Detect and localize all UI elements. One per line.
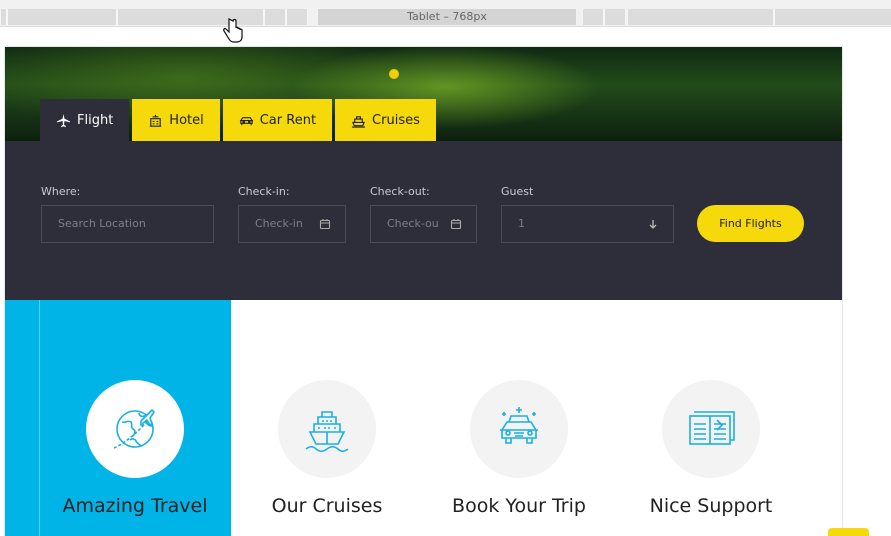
feature-title: Amazing Travel — [62, 495, 208, 517]
feature-nice-support: Nice Support — [621, 300, 801, 536]
feature-amazing-travel: Amazing Travel — [45, 300, 225, 536]
hand-cursor-icon — [223, 18, 243, 43]
breakpoint-segment[interactable] — [774, 9, 891, 25]
guest-label: Guest — [501, 185, 534, 198]
feature-title: Nice Support — [649, 495, 773, 517]
tab-label: Hotel — [169, 112, 204, 128]
find-flights-button[interactable]: Find Flights — [697, 205, 804, 242]
tab-flight[interactable]: Flight — [40, 99, 130, 141]
tab-hotel[interactable]: Hotel — [132, 99, 220, 141]
guest-value: 1 — [518, 217, 525, 230]
tab-label: Cruises — [372, 112, 420, 128]
car-icon — [239, 116, 253, 125]
check-in-placeholder: Check-in — [255, 217, 303, 230]
breakpoint-segment[interactable] — [264, 9, 286, 25]
tab-car-rent[interactable]: Car Rent — [222, 99, 333, 141]
scroll-to-top-button[interactable] — [828, 528, 869, 536]
brochure-icon — [689, 411, 735, 445]
breakpoint-segment[interactable] — [286, 9, 308, 25]
breakpoint-segment[interactable] — [627, 9, 774, 25]
calendar-icon — [450, 219, 462, 230]
taxi-car-icon — [500, 407, 538, 444]
booking-tabs: Flight Hotel Car Rent Cruises — [40, 99, 439, 141]
check-in-label: Check-in: — [238, 185, 290, 198]
feature-icon-circle — [662, 380, 760, 478]
arrow-down-icon — [649, 220, 657, 229]
breakpoint-label[interactable]: Tablet – 768px — [318, 9, 576, 25]
where-input[interactable]: Search Location — [41, 205, 214, 243]
check-out-label: Check-out: — [370, 185, 430, 198]
check-out-placeholder: Check-ou — [387, 217, 439, 230]
guest-select[interactable]: 1 — [501, 205, 674, 243]
feature-icon-circle — [86, 380, 184, 478]
tab-label: Flight — [77, 112, 114, 128]
feature-icon-circle — [278, 380, 376, 478]
search-panel: Where: Search Location Check-in: Check-i… — [5, 141, 842, 300]
hotel-icon — [150, 114, 162, 127]
tab-cruises[interactable]: Cruises — [335, 99, 436, 141]
breakpoint-segment[interactable] — [7, 9, 117, 25]
breakpoint-segment[interactable] — [582, 9, 604, 25]
feature-book-your-trip: Book Your Trip — [429, 300, 609, 536]
feature-title: Our Cruises — [271, 495, 383, 517]
feature-our-cruises: Our Cruises — [237, 300, 417, 536]
calendar-icon — [319, 219, 331, 230]
slider-dot[interactable] — [389, 69, 399, 79]
breakpoint-segment[interactable] — [0, 9, 7, 25]
responsive-ruler: Tablet – 768px — [0, 0, 891, 27]
where-label: Where: — [41, 185, 81, 198]
plane-icon — [56, 113, 71, 127]
globe-plane-icon — [113, 408, 156, 449]
check-in-input[interactable]: Check-in — [238, 205, 346, 243]
page-preview: Flight Hotel Car Rent Cruises Where: Sea… — [5, 47, 842, 536]
feature-icon-circle — [470, 380, 568, 478]
check-out-input[interactable]: Check-ou — [370, 205, 477, 243]
tab-label: Car Rent — [259, 112, 317, 128]
divider — [39, 300, 40, 536]
feature-title: Book Your Trip — [452, 495, 586, 517]
ship-icon — [351, 115, 366, 128]
cruise-ship-icon — [305, 411, 349, 453]
breakpoint-segment[interactable] — [604, 9, 626, 25]
